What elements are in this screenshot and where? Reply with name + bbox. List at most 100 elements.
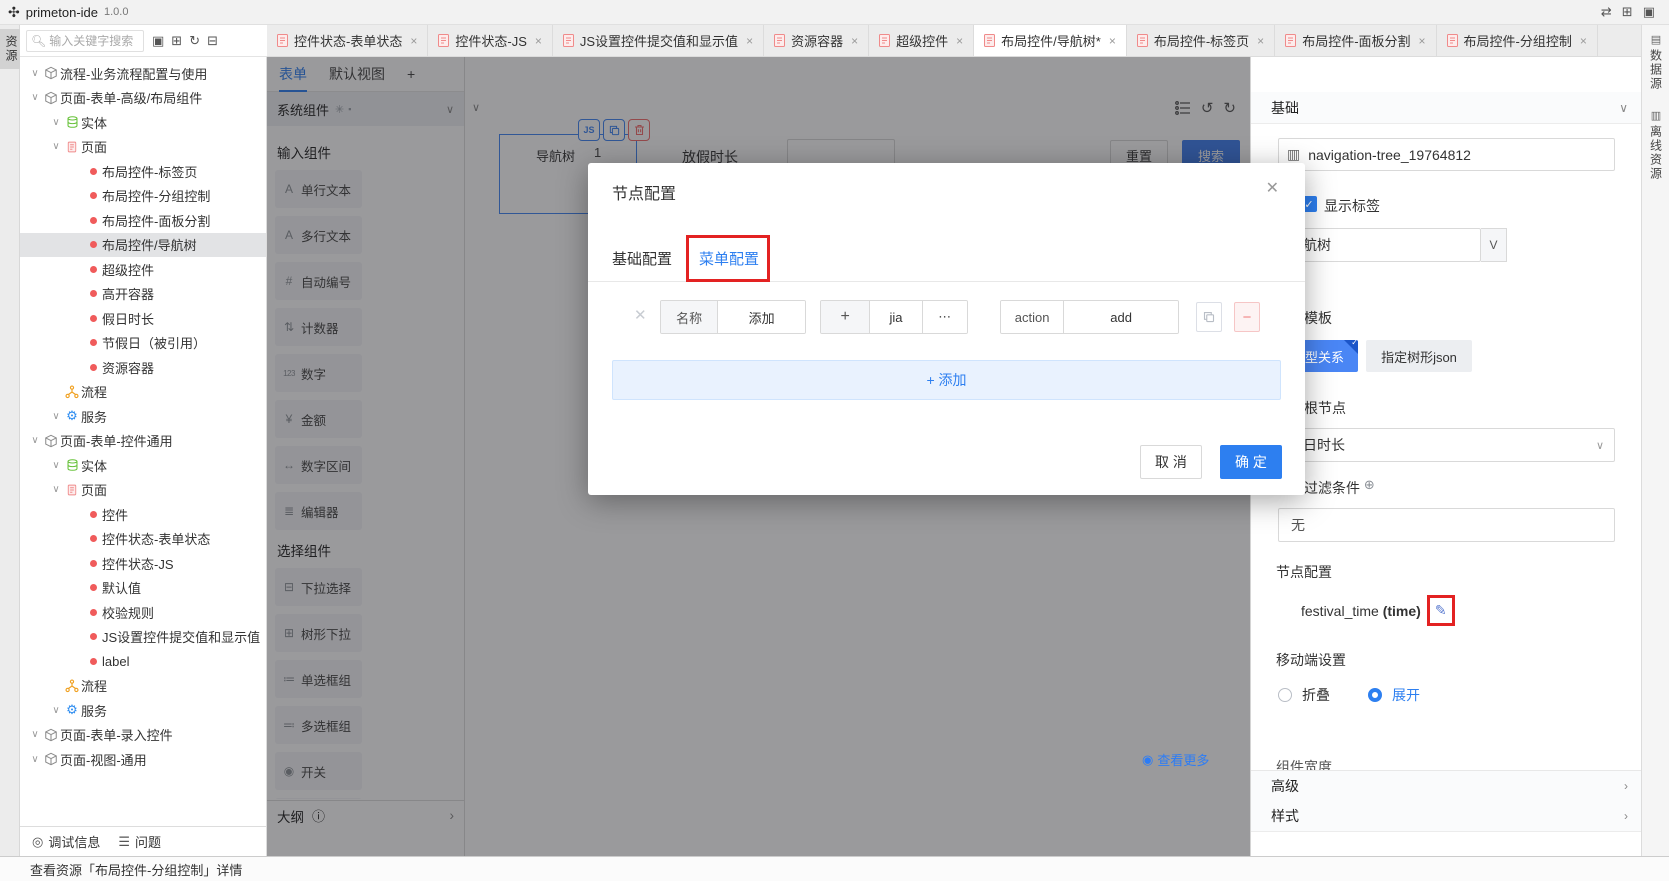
document-tab-7[interactable]: 布局控件-面板分割× <box>1275 25 1436 56</box>
chevron-down-icon[interactable]: ∨ <box>28 435 42 446</box>
search-input[interactable]: 🔍︎ 输入关键字搜索 <box>26 30 144 52</box>
close-icon[interactable]: × <box>1419 34 1426 48</box>
tree-item-24[interactable]: label <box>20 649 266 674</box>
close-icon[interactable]: × <box>535 34 542 48</box>
document-tab-5[interactable]: 布局控件/导航树*× <box>974 25 1127 56</box>
remove-row-icon[interactable]: ✕ <box>634 306 647 324</box>
document-tab-6[interactable]: 布局控件-标签页× <box>1127 25 1275 56</box>
action-input[interactable]: add <box>1064 301 1178 333</box>
document-tab-1[interactable]: 控件状态-JS× <box>428 25 553 56</box>
chevron-down-icon[interactable]: ∨ <box>28 729 42 740</box>
tree-item-22[interactable]: 校验规则 <box>20 600 266 625</box>
copy-row-button[interactable] <box>1196 302 1222 332</box>
chevron-down-icon[interactable]: ∨ <box>49 411 63 422</box>
close-icon[interactable]: × <box>956 34 963 48</box>
new-folder-icon[interactable]: ⊞ <box>171 33 182 49</box>
tree-item-18[interactable]: 控件 <box>20 502 266 527</box>
tree-item-7[interactable]: 布局控件/导航树 <box>20 233 266 258</box>
add-filter-icon[interactable]: ⊕ <box>1364 477 1375 492</box>
ok-button[interactable]: 确 定 <box>1220 445 1282 479</box>
tree-item-21[interactable]: 默认值 <box>20 576 266 601</box>
edit-pencil-icon[interactable]: ✎ <box>1430 598 1452 623</box>
tree-item-19[interactable]: 控件状态-表单状态 <box>20 527 266 552</box>
tree-json-button[interactable]: 指定树形json <box>1366 340 1472 372</box>
filter-value-input[interactable]: 无 <box>1278 508 1615 542</box>
tree-item-4[interactable]: 布局控件-标签页 <box>20 159 266 184</box>
tree-item-13[interactable]: 流程 <box>20 380 266 405</box>
chevron-down-icon[interactable]: ∨ <box>28 68 42 79</box>
variable-bind-button[interactable]: V <box>1481 228 1507 262</box>
activity-tab-datasource[interactable]: ▤ 数据源 <box>1642 25 1669 91</box>
name-input[interactable]: 添加 <box>718 301 805 333</box>
tree-item-15[interactable]: ∨页面-表单-控件通用 <box>20 429 266 454</box>
add-menu-item-button[interactable]: + 添加 <box>612 360 1281 400</box>
close-icon[interactable]: × <box>1257 34 1264 48</box>
tree-item-5[interactable]: 布局控件-分组控制 <box>20 184 266 209</box>
radio-collapse[interactable] <box>1278 688 1292 702</box>
tree-item-14[interactable]: ∨⚙服务 <box>20 404 266 429</box>
tree-item-17[interactable]: ∨页面 <box>20 478 266 503</box>
close-icon[interactable]: × <box>1580 34 1587 48</box>
document-tab-8[interactable]: 布局控件-分组控制× <box>1437 25 1598 56</box>
tree-item-28[interactable]: ∨页面-视图-通用 <box>20 747 266 772</box>
activity-tab-resources[interactable]: 资源 <box>0 29 20 69</box>
title-bar: ✣ primeton-ide 1.0.0 ⇄ ⊞ ▣ <box>0 0 1669 25</box>
collapse-all-icon[interactable]: ⊟ <box>207 33 218 49</box>
chevron-down-icon[interactable]: ∨ <box>28 92 42 103</box>
chevron-down-icon[interactable]: ∨ <box>28 754 42 765</box>
tree-item-12[interactable]: 资源容器 <box>20 355 266 380</box>
swap-icon[interactable]: ⇄ <box>1601 4 1612 20</box>
chevron-down-icon[interactable]: ∨ <box>49 460 63 471</box>
tree-item-10[interactable]: 假日时长 <box>20 306 266 331</box>
chevron-down-icon[interactable]: ∨ <box>49 484 63 495</box>
plus-icon-button[interactable]: + <box>821 301 870 333</box>
tree-item-16[interactable]: ∨实体 <box>20 453 266 478</box>
tree-item-1[interactable]: ∨页面-表单-高级/布局组件 <box>20 86 266 111</box>
tree-item-23[interactable]: JS设置控件提交值和显示值 <box>20 625 266 650</box>
section-header-advanced[interactable]: 高级 › <box>1251 770 1642 802</box>
close-icon[interactable]: × <box>1109 34 1116 48</box>
tree-item-8[interactable]: 超级控件 <box>20 257 266 282</box>
save-icon[interactable]: ▣ <box>1643 4 1655 20</box>
problems-tab[interactable]: ☰ 问题 <box>118 832 161 851</box>
chevron-down-icon[interactable]: ∨ <box>49 705 63 716</box>
debug-info-tab[interactable]: ◎ 调试信息 <box>32 832 100 851</box>
document-tab-3[interactable]: 资源容器× <box>764 25 869 56</box>
close-icon[interactable]: ✕ <box>1266 178 1279 198</box>
tree-item-27[interactable]: ∨页面-表单-录入控件 <box>20 723 266 748</box>
section-header-basic[interactable]: 基础 ∨ <box>1251 92 1642 124</box>
close-icon[interactable]: × <box>851 34 858 48</box>
locate-file-icon[interactable]: ▣ <box>152 33 164 49</box>
tree-item-0[interactable]: ∨流程-业务流程配置与使用 <box>20 61 266 86</box>
dialog-tab-basic[interactable]: 基础配置 <box>612 248 672 269</box>
chevron-down-icon[interactable]: ∨ <box>49 141 63 152</box>
tree-item-2[interactable]: ∨实体 <box>20 110 266 135</box>
panel-layout-icon[interactable]: ⊞ <box>1622 4 1633 20</box>
remove-row-button[interactable]: − <box>1234 302 1260 332</box>
cancel-button[interactable]: 取 消 <box>1140 445 1202 479</box>
activity-tab-offline-resource[interactable]: ▥ 离线资源 <box>1642 101 1669 181</box>
tree-item-3[interactable]: ∨页面 <box>20 135 266 160</box>
more-options-button[interactable]: ⋯ <box>923 301 967 333</box>
tree-item-26[interactable]: ∨⚙服务 <box>20 698 266 723</box>
icon-input[interactable]: jia <box>870 301 922 333</box>
refresh-icon[interactable]: ↻ <box>189 33 200 49</box>
section-header-style[interactable]: 样式 › <box>1251 800 1642 832</box>
document-tab-4[interactable]: 超级控件× <box>869 25 974 56</box>
close-icon[interactable]: × <box>746 34 753 48</box>
tree-item-25[interactable]: 流程 <box>20 674 266 699</box>
view-more-link[interactable]: ◉ 查看更多 <box>1142 750 1209 769</box>
label-name-input[interactable]: 导航树 <box>1278 228 1481 262</box>
component-id-input[interactable]: ▥ navigation-tree_19764812 <box>1278 138 1615 171</box>
tree-item-9[interactable]: 高开容器 <box>20 282 266 307</box>
tree-item-11[interactable]: 节假日（被引用） <box>20 331 266 356</box>
tree-item-20[interactable]: 控件状态-JS <box>20 551 266 576</box>
chevron-down-icon[interactable]: ∨ <box>49 117 63 128</box>
document-tab-0[interactable]: 控件状态-表单状态× <box>267 25 428 56</box>
close-icon[interactable]: × <box>410 34 417 48</box>
radio-expand[interactable] <box>1368 688 1382 702</box>
tree-item-label: 服务 <box>81 701 107 720</box>
root-node-select[interactable]: 假日时长 ∨ <box>1278 428 1615 462</box>
document-tab-2[interactable]: JS设置控件提交值和显示值× <box>553 25 764 56</box>
tree-item-6[interactable]: 布局控件-面板分割 <box>20 208 266 233</box>
